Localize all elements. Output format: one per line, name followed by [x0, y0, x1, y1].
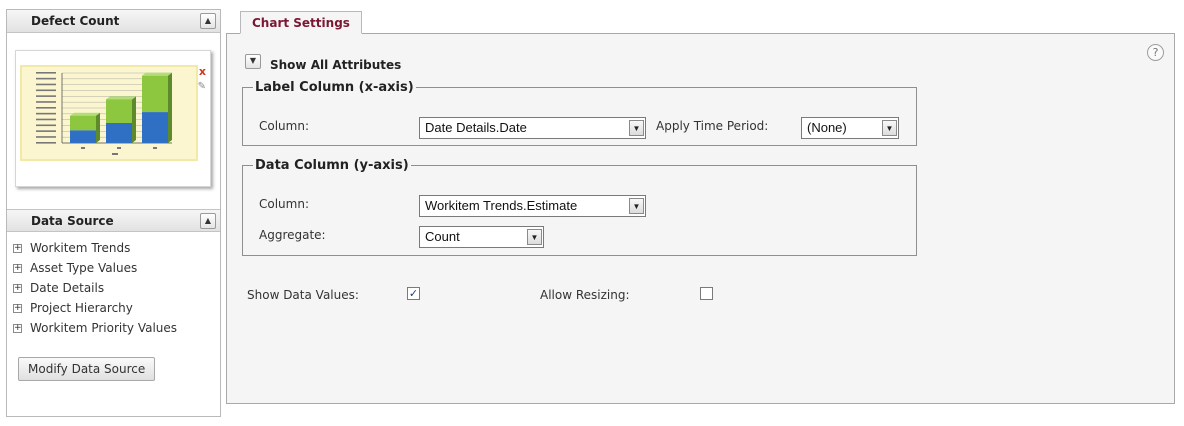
thumbnail-bar-upper	[70, 115, 96, 131]
thumbnail-bar-lower	[106, 122, 132, 143]
thumbnail-tick-label	[36, 101, 56, 103]
expand-plus-icon[interactable]: +	[13, 243, 22, 253]
chevron-down-icon[interactable]: ▼	[527, 229, 542, 245]
data-column-column-label: Column:	[259, 197, 309, 211]
defect-count-title: Defect Count	[31, 14, 120, 28]
data-column-select[interactable]: Workitem Trends.Estimate ▼	[419, 195, 646, 217]
show-all-attributes-label: Show All Attributes	[270, 58, 402, 72]
thumbnail-x-axis-label	[112, 153, 118, 155]
modify-data-source-button[interactable]: Modify Data Source	[18, 357, 156, 381]
thumbnail-tick-label	[36, 89, 56, 92]
thumbnail-tick-label	[36, 118, 56, 121]
thumbnail-x-tick-label	[81, 147, 85, 149]
allow-resizing-label: Allow Resizing:	[540, 288, 630, 302]
thumbnail-bar-top	[70, 112, 100, 116]
thumbnail-chart	[20, 65, 198, 161]
chart-thumbnail[interactable]: x ✎	[15, 50, 211, 187]
label-column-column-label: Column:	[259, 119, 309, 133]
time-period-select[interactable]: (None) ▼	[801, 117, 899, 139]
show-data-values-checkbox[interactable]: ✓	[407, 287, 420, 300]
collapse-up-icon[interactable]: ▲	[200, 213, 216, 229]
tree-item-date-details[interactable]: + Date Details	[7, 278, 220, 298]
thumbnail-tick-label	[36, 107, 56, 109]
thumbnail-bar-side	[132, 96, 136, 143]
tree-item-label: Asset Type Values	[30, 261, 138, 275]
data-column-legend: Data Column (y-axis)	[255, 158, 409, 173]
time-period-value: (None)	[807, 120, 847, 135]
tree-item-project-hierarchy[interactable]: + Project Hierarchy	[7, 298, 220, 318]
thumbnail-tick-label	[36, 142, 56, 144]
thumbnail-bar-side	[168, 72, 172, 143]
aggregate-value: Count	[425, 229, 460, 244]
expand-plus-icon[interactable]: +	[13, 303, 22, 313]
time-period-label: Apply Time Period:	[656, 119, 769, 133]
chart-thumbnail-area: x ✎	[7, 33, 220, 209]
aggregate-label: Aggregate:	[259, 228, 326, 242]
show-data-values-label: Show Data Values:	[247, 288, 359, 302]
show-all-attributes[interactable]: ▼ Show All Attributes	[245, 50, 401, 72]
data-source-header: Data Source ▲	[7, 209, 220, 232]
thumbnail-bar-upper	[106, 99, 132, 123]
thumbnail-bar-lower	[142, 112, 168, 143]
thumbnail-tick-label	[36, 124, 56, 127]
thumbnail-tick-label	[36, 95, 56, 97]
close-icon[interactable]: x	[199, 65, 206, 78]
thumbnail-bar-top	[106, 96, 136, 100]
chevron-down-icon[interactable]: ▼	[629, 198, 644, 214]
label-column-legend: Label Column (x-axis)	[255, 80, 414, 95]
thumbnail-tick-label	[36, 77, 56, 80]
thumbnail-chart-svg	[36, 72, 172, 155]
tree-item-workitem-trends[interactable]: + Workitem Trends	[7, 238, 220, 258]
expand-plus-icon[interactable]: +	[13, 263, 22, 273]
edit-icon[interactable]: ✎	[198, 81, 206, 92]
data-source-tree: + Workitem Trends + Asset Type Values + …	[7, 232, 220, 338]
thumbnail-bar-top	[142, 72, 172, 76]
tree-item-workitem-priority-values[interactable]: + Workitem Priority Values	[7, 318, 220, 338]
label-column-value: Date Details.Date	[425, 120, 527, 135]
data-source-title: Data Source	[31, 214, 114, 228]
thumbnail-tick-label	[36, 72, 56, 74]
help-icon[interactable]: ?	[1147, 44, 1164, 61]
label-column-fieldset: Label Column (x-axis) Column: Date Detai…	[242, 80, 917, 146]
expand-plus-icon[interactable]: +	[13, 323, 22, 333]
tree-item-asset-type-values[interactable]: + Asset Type Values	[7, 258, 220, 278]
tree-item-label: Date Details	[30, 281, 105, 295]
expand-plus-icon[interactable]: +	[13, 283, 22, 293]
defect-count-header: Defect Count ▲	[7, 10, 220, 33]
thumbnail-tick-label	[36, 130, 56, 132]
thumbnail-bar-upper	[142, 75, 168, 113]
tree-item-label: Workitem Trends	[30, 241, 131, 255]
thumbnail-x-tick-label	[153, 147, 157, 149]
thumbnail-bar-side	[96, 112, 100, 143]
aggregate-select[interactable]: Count ▼	[419, 226, 544, 248]
thumbnail-tick-label	[36, 83, 56, 86]
tree-item-label: Workitem Priority Values	[30, 321, 178, 335]
data-column-value: Workitem Trends.Estimate	[425, 198, 578, 213]
expand-down-icon[interactable]: ▼	[245, 53, 261, 69]
thumbnail-x-tick-label	[117, 147, 121, 149]
chevron-down-icon[interactable]: ▼	[882, 120, 897, 136]
collapse-up-icon[interactable]: ▲	[200, 13, 216, 29]
label-column-select[interactable]: Date Details.Date ▼	[419, 117, 646, 139]
tab-chart-settings[interactable]: Chart Settings	[240, 11, 362, 34]
thumbnail-tick-label	[36, 136, 56, 138]
chart-settings-panel: ? ▼ Show All Attributes Label Column (x-…	[226, 33, 1175, 404]
left-panel: Defect Count ▲ x ✎ Data Source ▲ + Worki…	[6, 9, 221, 417]
allow-resizing-checkbox[interactable]	[700, 287, 713, 300]
data-column-fieldset: Data Column (y-axis) Column: Workitem Tr…	[242, 158, 917, 256]
chevron-down-icon[interactable]: ▼	[629, 120, 644, 136]
tree-item-label: Project Hierarchy	[30, 301, 133, 315]
thumbnail-bar-lower	[70, 130, 96, 143]
thumbnail-tick-label	[36, 112, 56, 115]
